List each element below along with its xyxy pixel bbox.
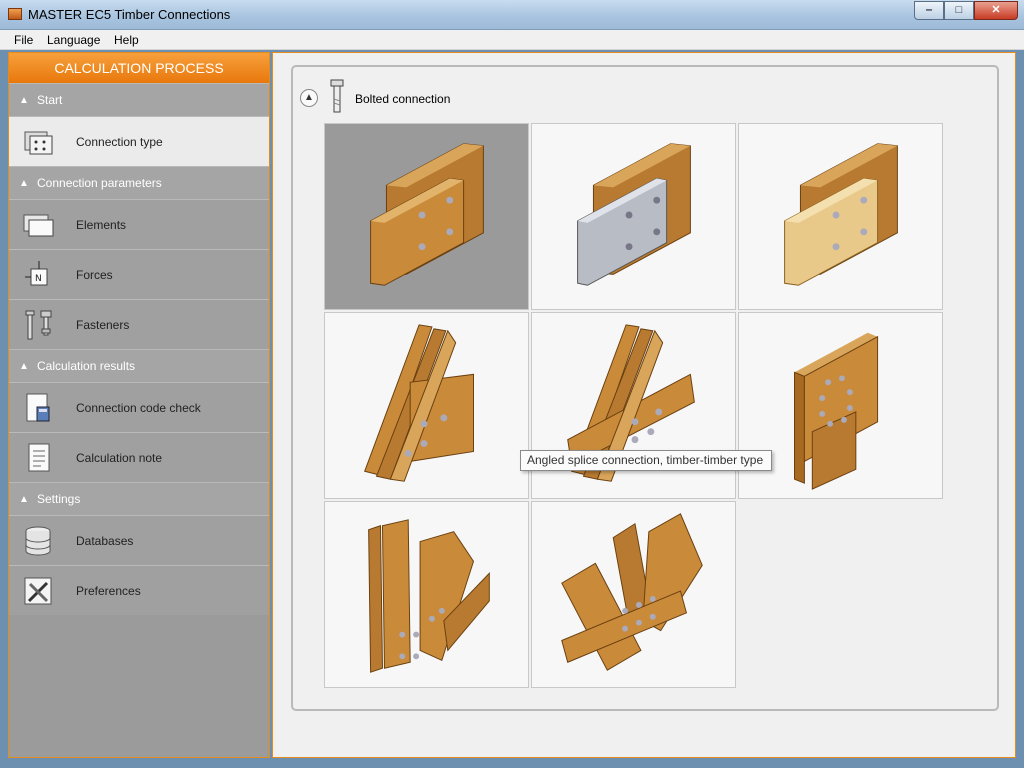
collapse-caret-icon: ▲ <box>19 361 29 372</box>
sidebar-item-label: Connection type <box>76 135 163 149</box>
bolt-icon <box>330 79 344 113</box>
panel-connection-image <box>784 143 898 286</box>
connection-tile-steel-plate[interactable] <box>531 123 736 310</box>
timber-lap-connection-image <box>370 143 484 286</box>
menu-bar: File Language Help <box>0 30 1024 50</box>
menu-language[interactable]: Language <box>47 33 100 47</box>
section-title: Start <box>37 93 63 107</box>
sidebar-item-label: Fasteners <box>76 318 130 332</box>
connection-tile-truss-node[interactable] <box>324 501 529 688</box>
preferences-icon <box>24 577 52 605</box>
connection-tile-timber-lap[interactable] <box>324 123 529 310</box>
fasteners-icon <box>25 310 52 340</box>
app-icon <box>8 8 22 20</box>
sidebar-item-label: Databases <box>76 534 134 548</box>
sidebar-item-databases[interactable]: Databases <box>9 515 269 565</box>
section-connection-parameters[interactable]: ▲ Connection parameters <box>9 166 269 199</box>
collapse-caret-icon: ▲ <box>19 494 29 505</box>
sidebar-item-label: Forces <box>76 268 113 282</box>
sidebar-item-preferences[interactable]: Preferences <box>9 565 269 615</box>
title-bar[interactable]: MASTER EC5 Timber Connections ‒ □ ✕ <box>0 0 1024 30</box>
connection-tile-truss-multi[interactable] <box>531 501 736 688</box>
svg-text:N: N <box>35 274 42 284</box>
section-settings[interactable]: ▲ Settings <box>9 482 269 515</box>
truss-node-connection-image <box>368 519 490 673</box>
sidebar-empty-area <box>9 626 269 757</box>
connection-tile-panel[interactable] <box>738 123 943 310</box>
section-title: Calculation results <box>37 359 136 373</box>
steel-plate-connection-image <box>577 143 691 286</box>
sidebar-item-calculation-note[interactable]: Calculation note <box>9 432 269 482</box>
sidebar-item-elements[interactable]: Elements <box>9 199 269 249</box>
bolted-connection-panel: ▲ Bolted connection <box>291 65 999 711</box>
sidebar: CALCULATION PROCESS ▲ Start Connection t… <box>8 52 270 758</box>
section-calculation-results[interactable]: ▲ Calculation results <box>9 349 269 382</box>
close-button[interactable]: ✕ <box>974 1 1018 20</box>
sidebar-item-label: Calculation note <box>76 451 163 465</box>
collapse-caret-icon: ▲ <box>19 95 29 106</box>
sidebar-item-connection-code-check[interactable]: Connection code check <box>9 382 269 432</box>
menu-file[interactable]: File <box>14 33 33 47</box>
window-controls: ‒ □ ✕ <box>914 1 1018 20</box>
menu-help[interactable]: Help <box>114 33 139 47</box>
collapse-section-button[interactable]: ▲ <box>300 89 318 107</box>
section-title: Settings <box>37 492 81 506</box>
code-check-icon <box>26 393 50 422</box>
forces-icon: N <box>25 261 48 286</box>
connection-tile-angled-double[interactable] <box>324 312 529 499</box>
databases-icon <box>25 526 51 556</box>
tile-tooltip: Angled splice connection, timber-timber … <box>520 450 772 471</box>
window-title: MASTER EC5 Timber Connections <box>28 7 231 22</box>
main-content: ▲ Bolted connection Angled splice connec… <box>272 52 1016 758</box>
section-start[interactable]: ▲ Start <box>9 83 269 116</box>
sidebar-item-connection-type[interactable]: Connection type <box>9 116 269 166</box>
elements-icon <box>23 214 54 237</box>
minimize-button[interactable]: ‒ <box>914 1 944 20</box>
sidebar-item-label: Connection code check <box>76 401 201 415</box>
sidebar-item-fasteners[interactable]: Fasteners <box>9 299 269 349</box>
sidebar-item-forces[interactable]: N Forces <box>9 249 269 299</box>
calculation-note-icon <box>28 443 50 472</box>
truss-multi-connection-image <box>561 513 703 671</box>
sidebar-item-label: Elements <box>76 218 127 232</box>
section-title: Connection parameters <box>37 176 162 190</box>
sidebar-header: CALCULATION PROCESS <box>9 53 269 83</box>
maximize-button[interactable]: □ <box>944 1 974 20</box>
sidebar-item-label: Preferences <box>76 584 141 598</box>
connection-type-icon <box>24 131 53 155</box>
angled-double-connection-image <box>364 324 474 482</box>
collapse-caret-icon: ▲ <box>19 178 29 189</box>
section-title: Bolted connection <box>355 92 451 106</box>
